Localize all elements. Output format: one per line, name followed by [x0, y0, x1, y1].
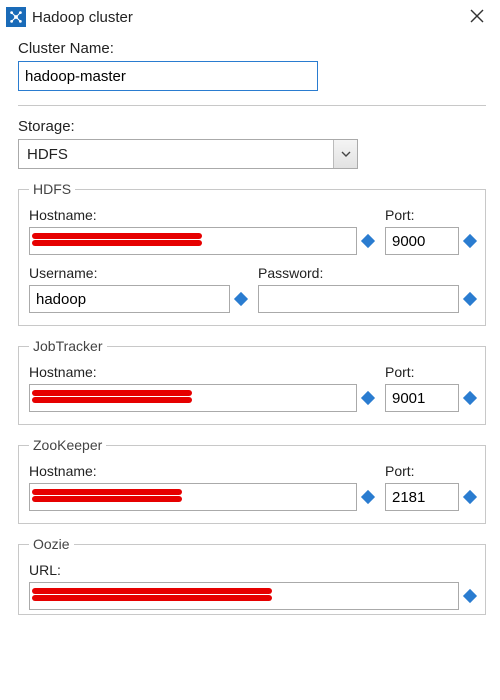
- storage-dropdown-button[interactable]: [333, 140, 357, 168]
- jobtracker-legend: JobTracker: [29, 338, 107, 354]
- variable-diamond-icon[interactable]: [463, 391, 477, 405]
- zookeeper-legend: ZooKeeper: [29, 437, 106, 453]
- variable-diamond-icon[interactable]: [361, 391, 375, 405]
- close-button[interactable]: [464, 6, 490, 28]
- variable-diamond-icon[interactable]: [463, 490, 477, 504]
- variable-diamond-icon[interactable]: [463, 234, 477, 248]
- hdfs-username-label: Username:: [29, 265, 246, 281]
- cluster-name-input[interactable]: [18, 61, 318, 91]
- jobtracker-port-input[interactable]: [385, 384, 459, 412]
- variable-diamond-icon[interactable]: [463, 292, 477, 306]
- zookeeper-hostname-label: Hostname:: [29, 463, 373, 479]
- jobtracker-hostname-label: Hostname:: [29, 364, 373, 380]
- oozie-url-label: URL:: [29, 562, 475, 578]
- hdfs-group: HDFS Hostname: Port: Username:: [18, 181, 486, 326]
- hdfs-port-input[interactable]: [385, 227, 459, 255]
- jobtracker-hostname-input[interactable]: [29, 384, 357, 412]
- variable-diamond-icon[interactable]: [361, 234, 375, 248]
- variable-diamond-icon[interactable]: [234, 292, 248, 306]
- jobtracker-group: JobTracker Hostname: Port:: [18, 338, 486, 425]
- variable-diamond-icon[interactable]: [463, 589, 477, 603]
- oozie-url-input[interactable]: [29, 582, 459, 610]
- zookeeper-hostname-input[interactable]: [29, 483, 357, 511]
- storage-select[interactable]: HDFS: [18, 139, 358, 169]
- hdfs-username-input[interactable]: [29, 285, 230, 313]
- storage-label: Storage:: [18, 118, 486, 135]
- hdfs-password-label: Password:: [258, 265, 475, 281]
- zookeeper-port-label: Port:: [385, 463, 475, 479]
- hdfs-legend: HDFS: [29, 181, 75, 197]
- oozie-legend: Oozie: [29, 536, 74, 552]
- app-icon: [6, 7, 26, 27]
- divider: [18, 105, 486, 106]
- jobtracker-port-label: Port:: [385, 364, 475, 380]
- variable-diamond-icon[interactable]: [361, 490, 375, 504]
- hdfs-hostname-label: Hostname:: [29, 207, 373, 223]
- zookeeper-group: ZooKeeper Hostname: Port:: [18, 437, 486, 524]
- cluster-name-label: Cluster Name:: [18, 40, 486, 57]
- dialog-content: Cluster Name: Storage: HDFS HDFS Hostnam…: [0, 32, 500, 615]
- window-title: Hadoop cluster: [32, 9, 464, 26]
- cluster-icon: [9, 10, 23, 24]
- storage-selected-text: HDFS: [19, 146, 333, 163]
- zookeeper-port-input[interactable]: [385, 483, 459, 511]
- hdfs-password-input[interactable]: [258, 285, 459, 313]
- hdfs-port-label: Port:: [385, 207, 475, 223]
- oozie-group: Oozie URL:: [18, 536, 486, 615]
- hdfs-hostname-input[interactable]: [29, 227, 357, 255]
- close-icon: [470, 9, 484, 23]
- chevron-down-icon: [341, 149, 351, 159]
- titlebar: Hadoop cluster: [0, 0, 500, 32]
